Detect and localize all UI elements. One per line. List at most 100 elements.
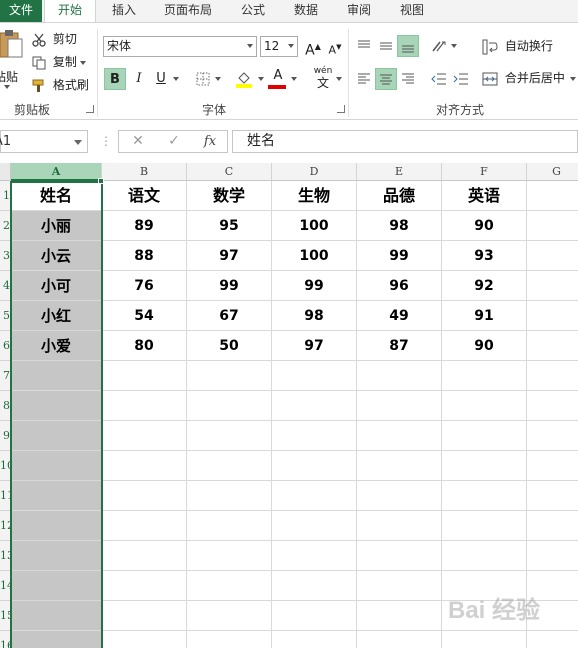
empty-cell[interactable] [102,601,187,631]
score-cell[interactable]: 96 [357,271,442,301]
empty-cell[interactable] [442,631,527,648]
row-header[interactable]: 16 [0,631,11,648]
empty-cell[interactable] [102,451,187,481]
empty-cell[interactable] [442,511,527,541]
empty-cell[interactable] [272,511,357,541]
worksheet-grid[interactable]: A B C D E F G 1 姓名 语文 数学 生物 品德 英语 2 小丽 89 95 100 98 90 3 小云 88 9… [0,163,578,648]
merge-center-button[interactable]: 合并后居中 [482,68,565,88]
empty-cell[interactable] [102,481,187,511]
select-all-corner[interactable] [0,163,11,181]
row-header[interactable]: 2 [0,211,11,241]
row-header[interactable]: 1 [0,181,11,211]
header-cell[interactable]: 生物 [272,181,357,211]
empty-cell[interactable] [102,391,187,421]
tab-home[interactable]: 开始 [44,0,96,23]
empty-cell[interactable] [11,391,102,421]
empty-cell[interactable] [527,211,578,241]
empty-cell[interactable] [527,511,578,541]
fill-color-button[interactable] [233,68,255,90]
row-header[interactable]: 7 [0,361,11,391]
empty-cell[interactable] [357,421,442,451]
score-cell[interactable]: 99 [272,271,357,301]
empty-cell[interactable] [11,451,102,481]
empty-cell[interactable] [11,601,102,631]
score-cell[interactable]: 98 [272,301,357,331]
empty-cell[interactable] [357,541,442,571]
score-cell[interactable]: 90 [442,331,527,361]
increase-font-size-button[interactable]: A▲ [302,36,324,59]
empty-cell[interactable] [272,601,357,631]
align-right-button[interactable] [397,68,419,90]
header-cell[interactable]: 语文 [102,181,187,211]
empty-cell[interactable] [272,541,357,571]
empty-cell[interactable] [102,541,187,571]
score-cell[interactable]: 88 [102,241,187,271]
empty-cell[interactable] [102,421,187,451]
borders-button[interactable] [192,68,214,90]
score-cell[interactable]: 93 [442,241,527,271]
enter-icon[interactable]: ✓ [159,131,189,152]
row-header[interactable]: 5 [0,301,11,331]
empty-cell[interactable] [527,181,578,211]
name-cell[interactable]: 小爱 [11,331,102,361]
empty-cell[interactable] [187,541,272,571]
row-header[interactable]: 10 [0,451,11,481]
row-header[interactable]: 13 [0,541,11,571]
empty-cell[interactable] [527,421,578,451]
empty-cell[interactable] [187,631,272,648]
cut-button[interactable]: 剪切 [32,29,77,49]
column-header-d[interactable]: D [272,163,357,181]
column-header-g[interactable]: G [527,163,578,181]
empty-cell[interactable] [187,451,272,481]
phonetic-guide-button[interactable]: wén 文 [310,65,336,93]
empty-cell[interactable] [11,511,102,541]
empty-cell[interactable] [527,301,578,331]
underline-button[interactable]: U [150,68,172,90]
score-cell[interactable]: 76 [102,271,187,301]
name-cell[interactable]: 小可 [11,271,102,301]
row-header[interactable]: 12 [0,511,11,541]
column-header-a[interactable]: A [11,163,102,181]
empty-cell[interactable] [11,421,102,451]
empty-cell[interactable] [187,601,272,631]
empty-cell[interactable] [187,361,272,391]
empty-cell[interactable] [442,361,527,391]
empty-cell[interactable] [272,481,357,511]
empty-cell[interactable] [102,631,187,648]
phonetic-dropdown-icon[interactable] [336,77,342,81]
empty-cell[interactable] [187,481,272,511]
empty-cell[interactable] [272,421,357,451]
empty-cell[interactable] [442,541,527,571]
font-name-select[interactable]: 宋体 [103,36,257,57]
empty-cell[interactable] [527,541,578,571]
score-cell[interactable]: 97 [187,241,272,271]
empty-cell[interactable] [102,361,187,391]
empty-cell[interactable] [527,481,578,511]
fill-handle[interactable] [98,178,104,184]
column-header-f[interactable]: F [442,163,527,181]
fill-color-dropdown-icon[interactable] [258,77,264,81]
empty-cell[interactable] [357,511,442,541]
empty-cell[interactable] [357,601,442,631]
borders-dropdown-icon[interactable] [215,77,221,81]
empty-cell[interactable] [272,451,357,481]
row-header[interactable]: 6 [0,331,11,361]
header-cell[interactable]: 姓名 [11,181,102,211]
tab-review[interactable]: 审阅 [339,0,379,22]
empty-cell[interactable] [442,481,527,511]
bold-button[interactable]: B [104,68,126,90]
empty-cell[interactable] [357,451,442,481]
score-cell[interactable]: 80 [102,331,187,361]
score-cell[interactable]: 54 [102,301,187,331]
empty-cell[interactable] [11,361,102,391]
empty-cell[interactable] [357,391,442,421]
empty-cell[interactable] [102,571,187,601]
drag-handle-icon[interactable]: ⋮ [100,134,112,148]
score-cell[interactable]: 100 [272,211,357,241]
row-header[interactable]: 9 [0,421,11,451]
align-center-button[interactable] [375,68,397,90]
header-cell[interactable]: 英语 [442,181,527,211]
tab-file[interactable]: 文件 [0,0,42,22]
name-cell[interactable]: 小丽 [11,211,102,241]
empty-cell[interactable] [187,511,272,541]
